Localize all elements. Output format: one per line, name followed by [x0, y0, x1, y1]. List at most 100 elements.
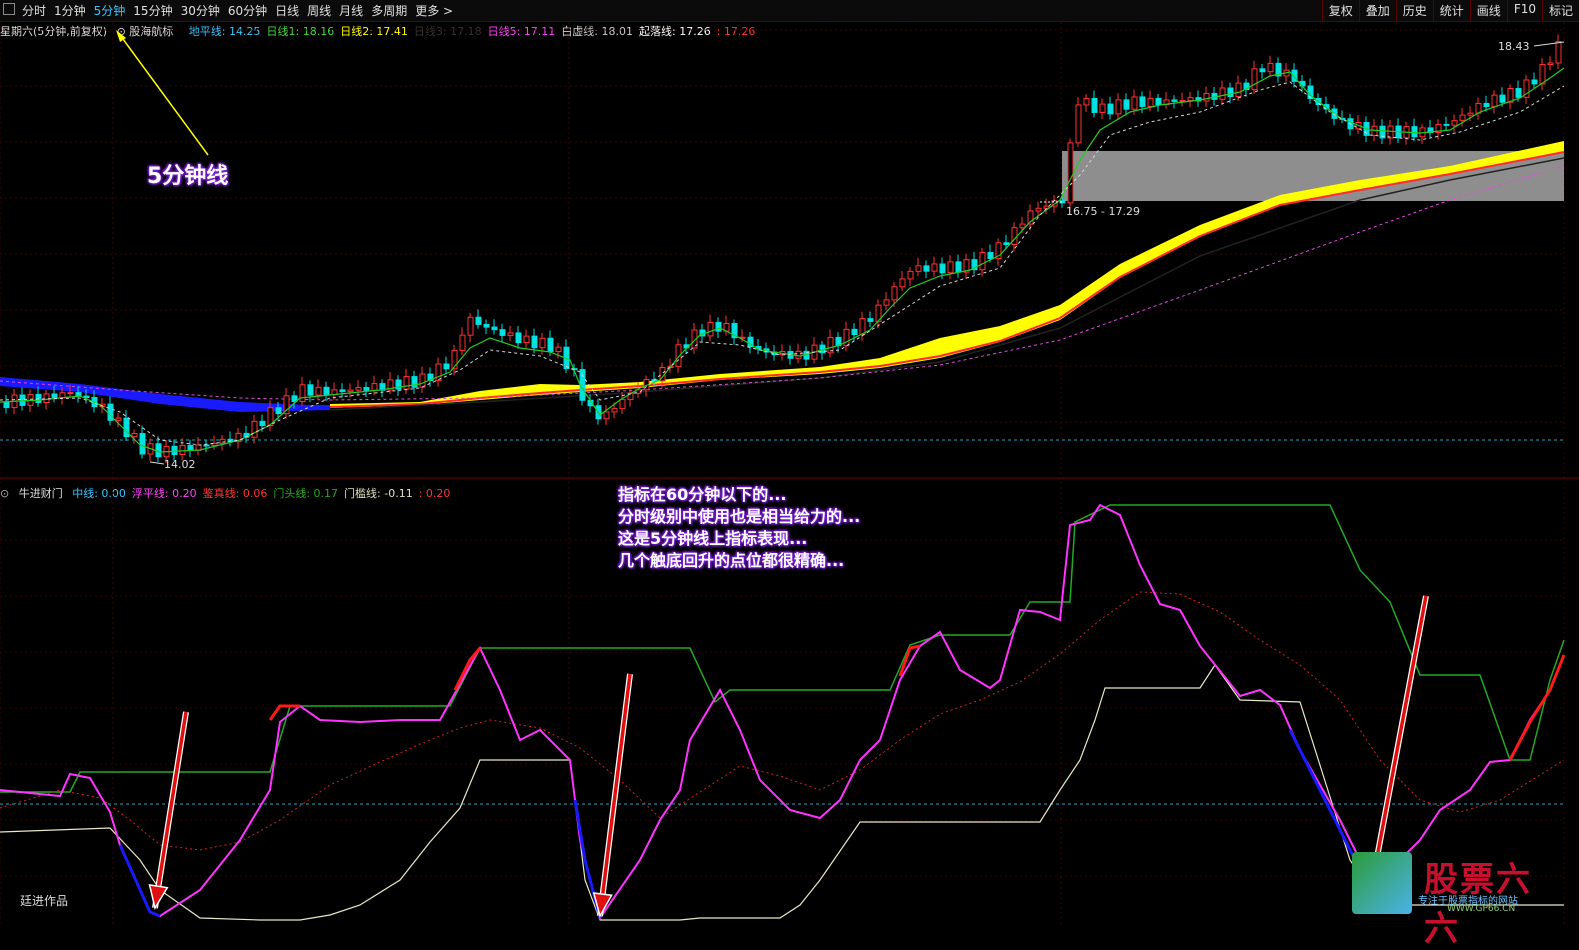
- candle-up: [707, 321, 714, 337]
- candle-down: [1107, 103, 1114, 115]
- candle-down: [475, 316, 482, 325]
- candle-up: [1203, 92, 1210, 102]
- candle-up: [1219, 87, 1226, 100]
- candle-up: [1547, 62, 1554, 65]
- candle-down: [547, 337, 554, 353]
- bottom-signal-arrow: [148, 711, 189, 910]
- candle-up: [891, 286, 898, 301]
- candle-down: [307, 384, 314, 396]
- candle-down: [275, 407, 282, 415]
- candle-down: [955, 261, 962, 273]
- candle-up: [1187, 97, 1194, 101]
- candle-down: [1483, 102, 1490, 107]
- dark-line: [329, 157, 1565, 411]
- candle-down: [139, 433, 146, 455]
- green-ma-line: [0, 67, 1565, 453]
- candle-up: [251, 420, 258, 438]
- candle-down: [515, 332, 522, 344]
- candle-up: [131, 433, 138, 438]
- candle-down: [1259, 68, 1266, 73]
- candle-up: [315, 386, 322, 396]
- candle-up: [355, 387, 362, 391]
- candle-down: [1091, 97, 1098, 113]
- gate-threshold-line: [0, 663, 1564, 921]
- candle-down: [1411, 126, 1418, 138]
- candle-down: [1139, 96, 1146, 107]
- candle-up: [467, 316, 474, 336]
- high-price-label: 18.43: [1498, 40, 1530, 53]
- candle-up: [1131, 96, 1138, 110]
- candle-up: [947, 261, 954, 274]
- watermark-url: WWW.GP66.CN: [1447, 904, 1516, 914]
- candle-down: [1227, 87, 1234, 98]
- candle-up: [1467, 112, 1474, 116]
- candle-down: [851, 328, 858, 335]
- candle-up: [179, 444, 186, 456]
- candle-up: [347, 389, 354, 393]
- candle-down: [35, 393, 42, 404]
- note-line: 分时级别中使用也是相当给力的...: [618, 507, 861, 526]
- candle-up: [459, 334, 466, 351]
- candle-down: [83, 395, 90, 398]
- candle-down: [443, 363, 450, 370]
- note-line: 这是5分钟线上指标表现...: [618, 529, 808, 548]
- candle-down: [923, 265, 930, 272]
- candle-up: [1555, 41, 1562, 64]
- logo-chart-icon: [1352, 852, 1412, 914]
- candle-up: [1235, 82, 1242, 98]
- candle-down: [499, 329, 506, 336]
- notes-callout: 指标在60分钟以下的... 分时级别中使用也是相当给力的... 这是5分钟线上指标表…: [618, 484, 860, 572]
- candle-down: [1155, 97, 1162, 106]
- white-dashed-line: [0, 81, 1565, 446]
- candle-down: [203, 444, 210, 447]
- candle-down: [531, 335, 538, 349]
- candle-up: [1539, 63, 1546, 85]
- candle-up: [1067, 142, 1074, 204]
- candle-down: [323, 386, 330, 395]
- candle-down: [987, 252, 994, 259]
- candle-down: [579, 369, 586, 401]
- note-line: 指标在60分钟以下的...: [618, 485, 787, 504]
- candle-up: [1179, 99, 1186, 102]
- low-price-label: 14.02: [164, 458, 196, 471]
- candle-up: [603, 411, 610, 420]
- candle-up: [539, 337, 546, 349]
- candle-up: [1011, 227, 1018, 246]
- candle-down: [491, 326, 498, 331]
- candle-down: [1003, 242, 1010, 246]
- candle-up: [931, 263, 938, 272]
- candle-down: [1499, 94, 1506, 103]
- candle-up: [1115, 99, 1122, 115]
- candle-up: [883, 299, 890, 306]
- candle-down: [1531, 79, 1538, 85]
- candle-up: [859, 318, 866, 335]
- candle-up: [611, 408, 618, 413]
- candle-up: [419, 373, 426, 388]
- pink-dashed-line: [0, 165, 1565, 401]
- candle-up: [1387, 125, 1394, 139]
- candle-up: [1459, 114, 1466, 122]
- watermark-logo: 股票六六 专注于股票指标的网站 WWW.GP66.CN: [1352, 852, 1567, 949]
- candle-up: [1147, 97, 1154, 107]
- candle-up: [523, 335, 530, 344]
- chart-canvas[interactable]: 18.43 14.02 16.75 - 17.29: [0, 0, 1579, 930]
- candle-down: [939, 263, 946, 274]
- candle-up: [1491, 94, 1498, 107]
- candle-down: [1171, 99, 1178, 102]
- candle-up: [555, 346, 562, 353]
- author-label: 廷进作品: [20, 894, 69, 908]
- candle-up: [67, 392, 74, 395]
- candle-up: [435, 363, 442, 381]
- bottom-signal-arrow: [1366, 595, 1429, 886]
- candle-down: [171, 445, 178, 456]
- candle-up: [507, 332, 514, 336]
- candle-up: [619, 399, 626, 410]
- candle-down: [259, 420, 266, 427]
- candle-down: [51, 393, 58, 399]
- candle-up: [1099, 103, 1106, 113]
- candle-up: [1267, 62, 1274, 73]
- zone-range-label: 16.75 - 17.29: [1066, 205, 1140, 218]
- candle-down: [483, 323, 490, 328]
- candle-down: [1123, 99, 1130, 110]
- candle-down: [3, 401, 10, 409]
